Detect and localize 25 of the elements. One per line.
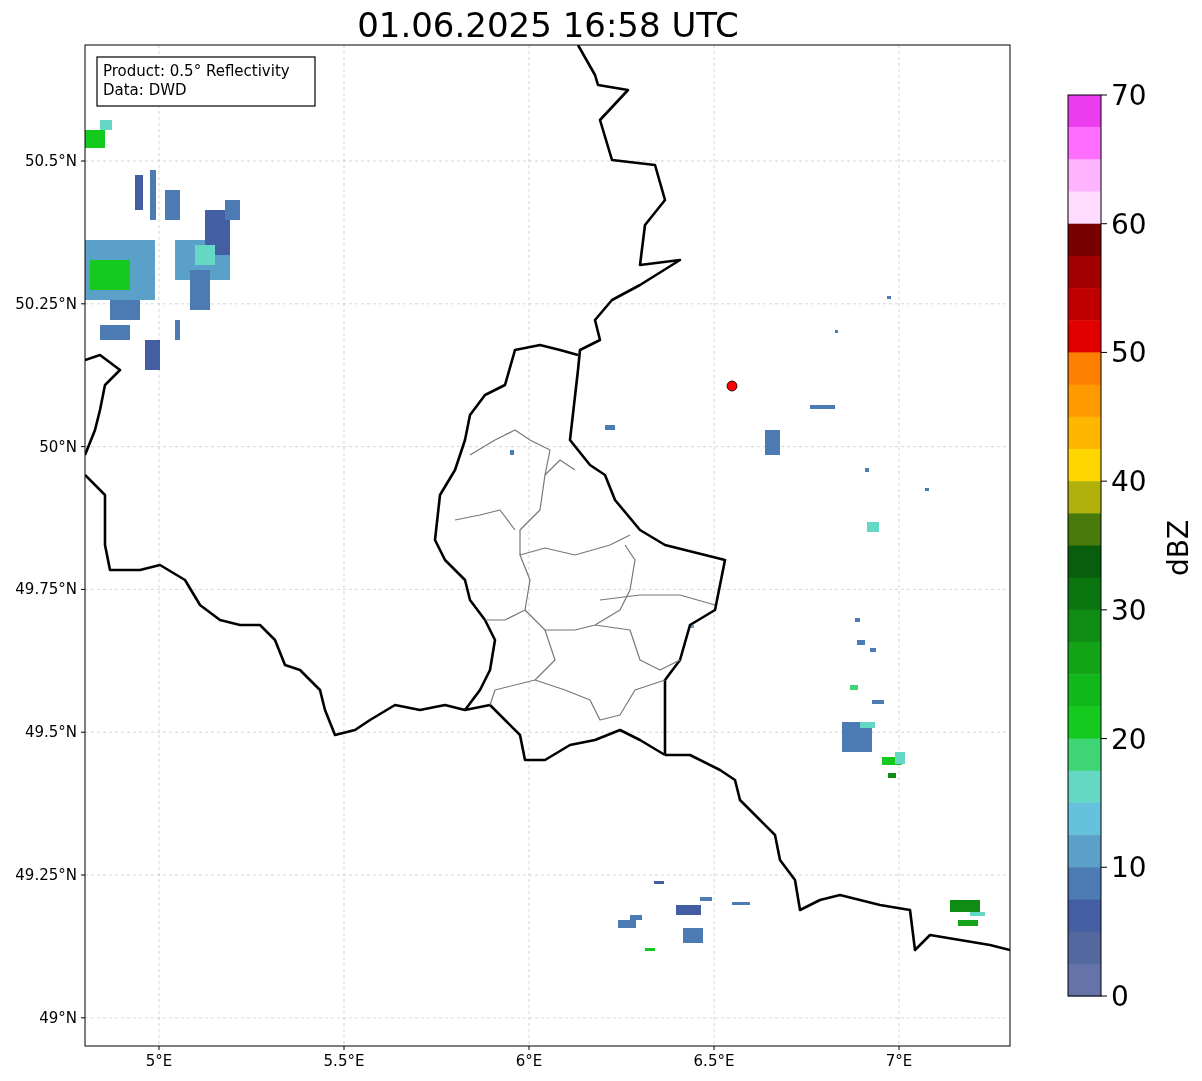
axis-tick-label: 5°E <box>145 1052 173 1070</box>
colorbar-tick-label: 20 <box>1111 722 1147 756</box>
colorbar-tick-label: 10 <box>1111 851 1147 885</box>
axis-tick-label: 50.5°N <box>24 152 77 170</box>
chart-title: 01.06.2025 16:58 UTC <box>357 5 739 45</box>
colorbar-tick-label: 30 <box>1111 593 1147 627</box>
axis-tick-label: 49.75°N <box>15 580 77 599</box>
info-text: Data: DWD <box>103 81 187 99</box>
axis-tick-label: 49.5°N <box>24 723 77 742</box>
axis-tick-label: 50.25°N <box>15 294 77 313</box>
axis-tick-label: 5.5°E <box>323 1052 365 1070</box>
axis-tick-label: 6.5°E <box>693 1052 735 1070</box>
colorbar-tick-label: 70 <box>1111 79 1147 112</box>
colorbar-tick-label: 40 <box>1111 465 1147 499</box>
axis-tick-label: 49°N <box>39 1008 77 1027</box>
info-text: Product: 0.5° Reflectivity <box>103 62 290 80</box>
axis-tick-label: 7°E <box>885 1052 913 1070</box>
axis-tick-label: 49.25°N <box>15 866 77 884</box>
colorbar-tick-label: 50 <box>1111 336 1147 370</box>
axis-tick-label: 50°N <box>39 437 77 456</box>
axis-tick-label: 6°E <box>515 1052 543 1070</box>
colorbar-label: dBZ <box>1162 519 1195 577</box>
colorbar-tick-label: 60 <box>1111 207 1147 241</box>
radar-site-marker <box>726 380 738 392</box>
colorbar-tick-label: 0 <box>1111 980 1129 1013</box>
